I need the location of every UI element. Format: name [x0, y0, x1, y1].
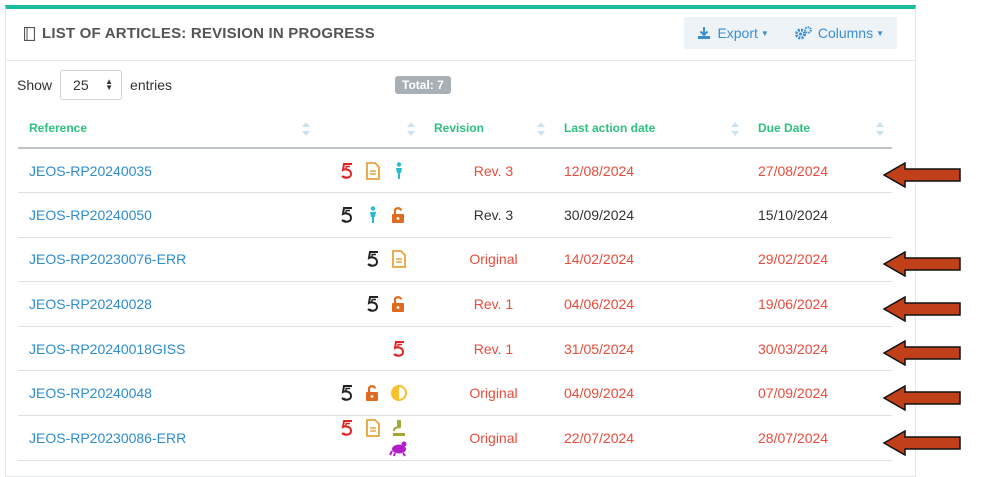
five-black-icon — [363, 294, 383, 314]
reference-link[interactable]: JEOS-RP20240018GISS — [18, 326, 318, 372]
due-date-cell: 28/07/2024 — [747, 415, 892, 461]
sort-icon — [407, 122, 415, 136]
entries-label: entries — [130, 77, 173, 93]
revision-cell: Rev. 3 — [423, 192, 553, 238]
status-icons-cell — [318, 237, 423, 283]
left-arrow-annotation — [883, 251, 961, 278]
last-action-date-cell: 14/02/2024 — [553, 237, 747, 283]
five-red-icon — [389, 339, 409, 359]
show-label: Show — [17, 77, 53, 93]
unlock-icon — [389, 294, 409, 314]
revision-cell: Original — [423, 237, 553, 283]
table-row[interactable]: JEOS-RP20240028 Rev. 1 04/06/2024 19/06/202… — [18, 281, 892, 327]
panel-header: LIST OF ARTICLES: REVISION IN PROGRESS E… — [6, 9, 915, 61]
articles-table: Reference Revision Last action date Due … — [18, 108, 892, 461]
total-badge: Total: 7 — [395, 76, 451, 94]
status-icons-cell — [318, 415, 423, 461]
table-row[interactable]: JEOS-RP20230086-ERR Original 22/07/2024 28/… — [18, 415, 892, 461]
document-icon — [363, 418, 383, 438]
header-button-group: Export ▼ Columns ▼ — [684, 17, 897, 49]
status-icons-cell — [318, 326, 423, 372]
page-size-value: 25 — [73, 77, 89, 93]
table-row[interactable]: JEOS-RP20230076-ERR Original 14/02/2024 29/… — [18, 237, 892, 283]
revision-cell: Original — [423, 415, 553, 461]
export-button[interactable]: Export ▼ — [684, 17, 781, 49]
sort-icon — [302, 122, 310, 136]
unlock-icon — [389, 205, 409, 225]
sort-icon — [731, 122, 739, 136]
table-row[interactable]: JEOS-RP20240048 Original 04/09/2024 07/09/2… — [18, 370, 892, 417]
due-date-cell: 30/03/2024 — [747, 326, 892, 372]
select-arrows-icon: ▲ ▼ — [105, 77, 114, 92]
table-row[interactable]: JEOS-RP20240018GISS Rev. 1 31/05/2024 30/03… — [18, 326, 892, 372]
last-action-date-cell: 31/05/2024 — [553, 326, 747, 372]
reference-link[interactable]: JEOS-RP20240035 — [18, 148, 318, 194]
page-size-select[interactable]: 25 ▲ ▼ — [60, 70, 123, 100]
last-action-date-cell: 04/06/2024 — [553, 281, 747, 327]
five-black-icon — [337, 383, 357, 403]
last-action-date-cell: 30/09/2024 — [553, 192, 747, 238]
document-icon — [363, 161, 383, 181]
frog-icon — [389, 438, 409, 458]
due-date-cell: 07/09/2024 — [747, 370, 892, 417]
five-black-icon — [363, 249, 383, 269]
panel-title: LIST OF ARTICLES: REVISION IN PROGRESS — [24, 25, 375, 42]
column-header-reference[interactable]: Reference — [18, 108, 318, 149]
left-arrow-annotation — [883, 385, 961, 411]
due-date-cell: 29/02/2024 — [747, 237, 892, 283]
last-action-date-cell: 04/09/2024 — [553, 370, 747, 417]
last-action-date-cell: 12/08/2024 — [553, 148, 747, 194]
left-arrow-annotation — [883, 162, 961, 188]
reference-link[interactable]: JEOS-RP20230076-ERR — [18, 237, 318, 283]
reference-link[interactable]: JEOS-RP20240050 — [18, 192, 318, 238]
column-header-revision[interactable]: Revision — [423, 108, 553, 149]
column-header-icons[interactable] — [318, 108, 423, 149]
revision-cell: Rev. 1 — [423, 281, 553, 327]
page-title: LIST OF ARTICLES: REVISION IN PROGRESS — [42, 25, 375, 42]
export-label: Export — [717, 25, 758, 41]
person-icon — [363, 205, 383, 225]
due-date-cell: 27/08/2024 — [747, 148, 892, 194]
column-header-due-date[interactable]: Due Date — [747, 108, 892, 149]
caret-down-icon: ▼ — [760, 28, 769, 38]
left-arrow-annotation — [883, 340, 961, 367]
columns-label: Columns — [817, 25, 874, 41]
reference-link[interactable]: JEOS-RP20240048 — [18, 370, 318, 417]
due-date-cell: 15/10/2024 — [747, 192, 892, 238]
gears-icon — [794, 26, 812, 40]
five-red-icon — [337, 161, 357, 181]
sort-icon — [876, 122, 884, 136]
document-icon — [389, 249, 409, 269]
status-icons-cell — [318, 281, 423, 327]
left-arrow-annotation — [883, 295, 961, 322]
microscope-icon — [389, 418, 409, 438]
caret-down-icon: ▼ — [876, 28, 884, 38]
sort-icon — [537, 122, 545, 136]
five-black-icon — [337, 205, 357, 225]
table-row[interactable]: JEOS-RP20240050 Rev. 3 30/09/2024 15/10/202… — [18, 192, 892, 238]
page-length-control: Show 25 ▲ ▼ entries — [17, 70, 172, 100]
last-action-date-cell: 22/07/2024 — [553, 415, 747, 461]
table-row[interactable]: JEOS-RP20240035 Rev. 3 12/08/2024 27/08/202… — [18, 148, 892, 194]
revision-cell: Original — [423, 370, 553, 417]
table-header-row: Reference Revision Last action date Due … — [18, 108, 892, 149]
unlock-icon — [363, 383, 383, 403]
revision-cell: Rev. 3 — [423, 148, 553, 194]
due-date-cell: 19/06/2024 — [747, 281, 892, 327]
reference-link[interactable]: JEOS-RP20230086-ERR — [18, 415, 318, 461]
reference-link[interactable]: JEOS-RP20240028 — [18, 281, 318, 327]
status-icons-cell — [318, 370, 423, 417]
status-icons-cell — [318, 192, 423, 238]
five-red-icon — [337, 418, 357, 438]
column-header-last-action-date[interactable]: Last action date — [553, 108, 747, 149]
left-arrow-annotation — [883, 429, 961, 456]
half-circle-icon — [389, 383, 409, 403]
notebook-icon — [24, 26, 35, 41]
status-icons-cell — [318, 148, 423, 194]
person-icon — [389, 161, 409, 181]
columns-button[interactable]: Columns ▼ — [782, 17, 897, 49]
revision-cell: Rev. 1 — [423, 326, 553, 372]
download-icon — [698, 27, 711, 39]
